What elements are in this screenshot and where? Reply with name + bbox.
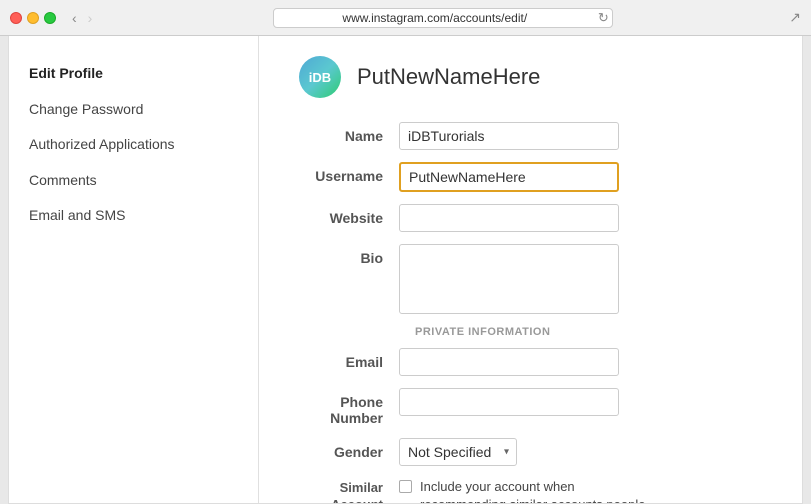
page-content: Edit Profile Change Password Authorized … xyxy=(8,36,803,504)
main-content: iDB PutNewNameHere Name Username Website… xyxy=(259,36,802,503)
avatar: iDB xyxy=(299,56,341,98)
suggestions-label: Similar Account Suggestions xyxy=(299,478,399,503)
bio-label: Bio xyxy=(299,244,399,266)
email-input[interactable] xyxy=(399,348,619,376)
sidebar-item-comments[interactable]: Comments xyxy=(9,163,258,199)
gender-label: Gender xyxy=(299,438,399,460)
private-section-label: PRIVATE INFORMATION xyxy=(415,326,762,338)
address-bar[interactable]: www.instagram.com/accounts/edit/ xyxy=(273,8,613,28)
maximize-button[interactable] xyxy=(44,12,56,24)
bio-row: Bio xyxy=(299,244,762,314)
gender-select[interactable]: Not Specified Male Female Custom xyxy=(399,438,517,466)
sidebar-item-authorized-applications[interactable]: Authorized Applications xyxy=(9,127,258,163)
profile-header: iDB PutNewNameHere xyxy=(299,56,762,98)
browser-chrome: ‹ › www.instagram.com/accounts/edit/ ↻ ↗ xyxy=(0,0,811,36)
suggestions-checkbox[interactable] xyxy=(399,480,412,493)
suggestions-row: Similar Account Suggestions Include your… xyxy=(299,478,762,503)
phone-label: Phone Number xyxy=(299,388,399,426)
suggestions-content: Include your account when recommending s… xyxy=(399,478,659,503)
name-label: Name xyxy=(299,122,399,144)
sidebar-item-edit-profile[interactable]: Edit Profile xyxy=(9,56,258,92)
sidebar-item-email-and-sms[interactable]: Email and SMS xyxy=(9,198,258,234)
toolbar-right: ↗ xyxy=(789,9,801,26)
username-label: Username xyxy=(299,162,399,184)
website-label: Website xyxy=(299,204,399,226)
reload-button[interactable]: ↻ xyxy=(598,10,609,26)
bio-input[interactable] xyxy=(399,244,619,314)
share-icon[interactable]: ↗ xyxy=(789,9,801,26)
gender-row: Gender Not Specified Male Female Custom … xyxy=(299,438,762,466)
phone-row: Phone Number xyxy=(299,388,762,426)
forward-button[interactable]: › xyxy=(84,9,97,27)
sidebar: Edit Profile Change Password Authorized … xyxy=(9,36,259,503)
name-input[interactable] xyxy=(399,122,619,150)
phone-input[interactable] xyxy=(399,388,619,416)
sidebar-item-change-password[interactable]: Change Password xyxy=(9,92,258,128)
suggestions-text: Include your account when recommending s… xyxy=(420,478,659,503)
email-row: Email xyxy=(299,348,762,376)
email-label: Email xyxy=(299,348,399,370)
username-input[interactable] xyxy=(399,162,619,192)
back-button[interactable]: ‹ xyxy=(68,9,81,27)
website-row: Website xyxy=(299,204,762,232)
address-bar-wrap: www.instagram.com/accounts/edit/ ↻ xyxy=(104,8,781,28)
profile-name: PutNewNameHere xyxy=(357,64,540,90)
website-input[interactable] xyxy=(399,204,619,232)
gender-select-wrap: Not Specified Male Female Custom ▾ xyxy=(399,438,517,466)
nav-buttons: ‹ › xyxy=(68,9,96,27)
username-row: Username xyxy=(299,162,762,192)
name-row: Name xyxy=(299,122,762,150)
traffic-lights xyxy=(10,12,56,24)
close-button[interactable] xyxy=(10,12,22,24)
minimize-button[interactable] xyxy=(27,12,39,24)
